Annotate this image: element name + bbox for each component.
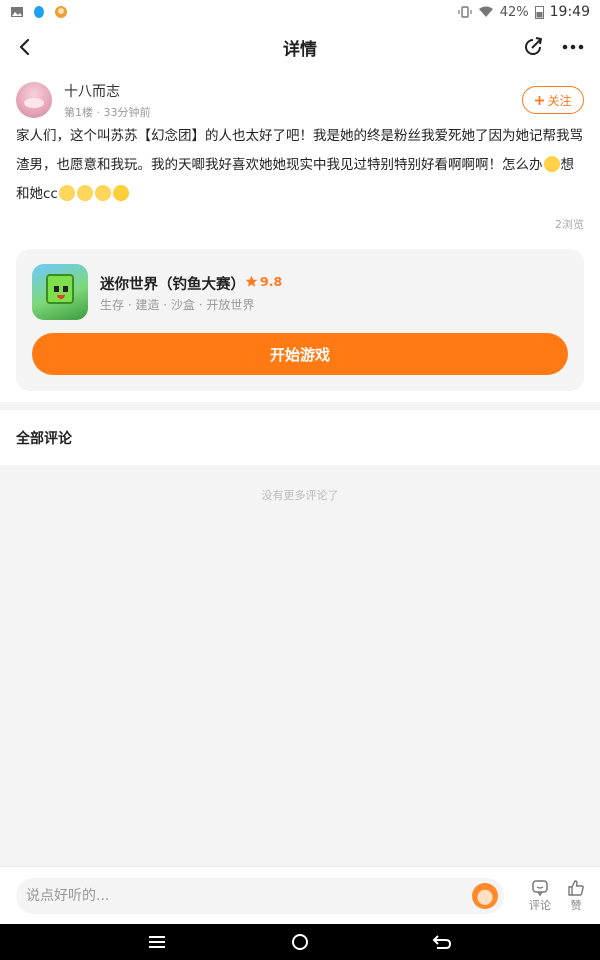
rating-value: 9.8 xyxy=(260,274,283,289)
view-count: 2浏览 xyxy=(555,218,584,231)
flushed-face-emoji-icon xyxy=(58,185,75,201)
recent-apps-icon[interactable] xyxy=(142,927,172,957)
screaming-face-emoji-icon xyxy=(543,156,560,172)
top-app-bar: 详情 xyxy=(0,24,600,70)
gallery-icon xyxy=(11,7,23,17)
game-rating: 9.8 xyxy=(245,274,282,289)
comment-input[interactable] xyxy=(16,878,504,914)
star-icon xyxy=(245,275,258,287)
follow-label: 关注 xyxy=(547,93,572,108)
flushed-face-emoji-icon xyxy=(76,185,93,201)
game-tags: 生存 · 建造 · 沙盒 · 开放世界 xyxy=(100,298,255,312)
qq-icon xyxy=(34,6,44,18)
wifi-icon xyxy=(478,6,493,17)
like-button[interactable]: 赞 xyxy=(561,879,591,913)
share-icon[interactable] xyxy=(518,32,548,62)
post-body: 家人们，这个叫苏苏【幻念团】的人也太好了吧！我是她的终是粉丝我爱死她了因为她记帮… xyxy=(16,122,584,209)
page-title: 详情 xyxy=(283,39,317,60)
flushed-face-emoji-icon xyxy=(94,185,111,201)
game-app-icon xyxy=(55,6,67,18)
author-name[interactable]: 十八而志 xyxy=(64,81,151,101)
time-ago: 33分钟前 xyxy=(103,105,151,119)
blowing-kiss-emoji-icon xyxy=(112,185,129,201)
mascot-emoji-icon[interactable] xyxy=(472,883,498,909)
thumbs-up-icon xyxy=(568,880,584,896)
follow-button[interactable]: 关注 xyxy=(522,86,584,114)
comment-icon xyxy=(532,880,548,897)
more-icon[interactable] xyxy=(558,32,588,62)
like-label: 赞 xyxy=(570,899,582,912)
no-more-comments: 没有更多评论了 xyxy=(261,489,339,502)
floor-label: 第1楼 xyxy=(64,105,93,119)
post-meta: 第1楼 · 33分钟前 xyxy=(64,104,151,120)
comment-label: 评论 xyxy=(529,899,551,912)
home-icon[interactable] xyxy=(285,927,315,957)
battery-icon xyxy=(534,6,544,19)
comment-button[interactable]: 评论 xyxy=(525,879,555,913)
avatar[interactable] xyxy=(16,82,52,118)
comments-title: 全部评论 xyxy=(16,431,72,447)
meta-separator-dot: · xyxy=(96,105,104,119)
status-bar: 42% 19:49 xyxy=(0,0,600,24)
plus-icon xyxy=(535,95,545,105)
back-icon[interactable] xyxy=(427,927,457,957)
post-text-part1: 家人们，这个叫苏苏【幻念团】的人也太好了吧！我是她的终是粉丝我爱死她了因为她记帮… xyxy=(16,128,583,173)
game-name[interactable]: 迷你世界（钓鱼大赛） xyxy=(100,273,245,294)
game-app-icon[interactable] xyxy=(32,264,88,320)
system-navigation-bar xyxy=(0,924,600,960)
vibrate-icon xyxy=(458,6,472,18)
back-arrow-icon[interactable] xyxy=(10,32,40,62)
start-game-button[interactable]: 开始游戏 xyxy=(32,333,568,375)
battery-percent: 42% xyxy=(499,4,529,20)
author-info: 十八而志 第1楼 · 33分钟前 xyxy=(64,81,151,120)
clock: 19:49 xyxy=(549,4,590,20)
bottom-action-bar: 评论 赞 xyxy=(0,866,600,924)
post-author: 十八而志 第1楼 · 33分钟前 关注 xyxy=(16,80,584,120)
section-divider xyxy=(0,402,600,410)
comments-area xyxy=(0,465,600,866)
game-card[interactable]: 迷你世界（钓鱼大赛） 9.8 生存 · 建造 · 沙盒 · 开放世界 开始游戏 xyxy=(16,249,584,391)
